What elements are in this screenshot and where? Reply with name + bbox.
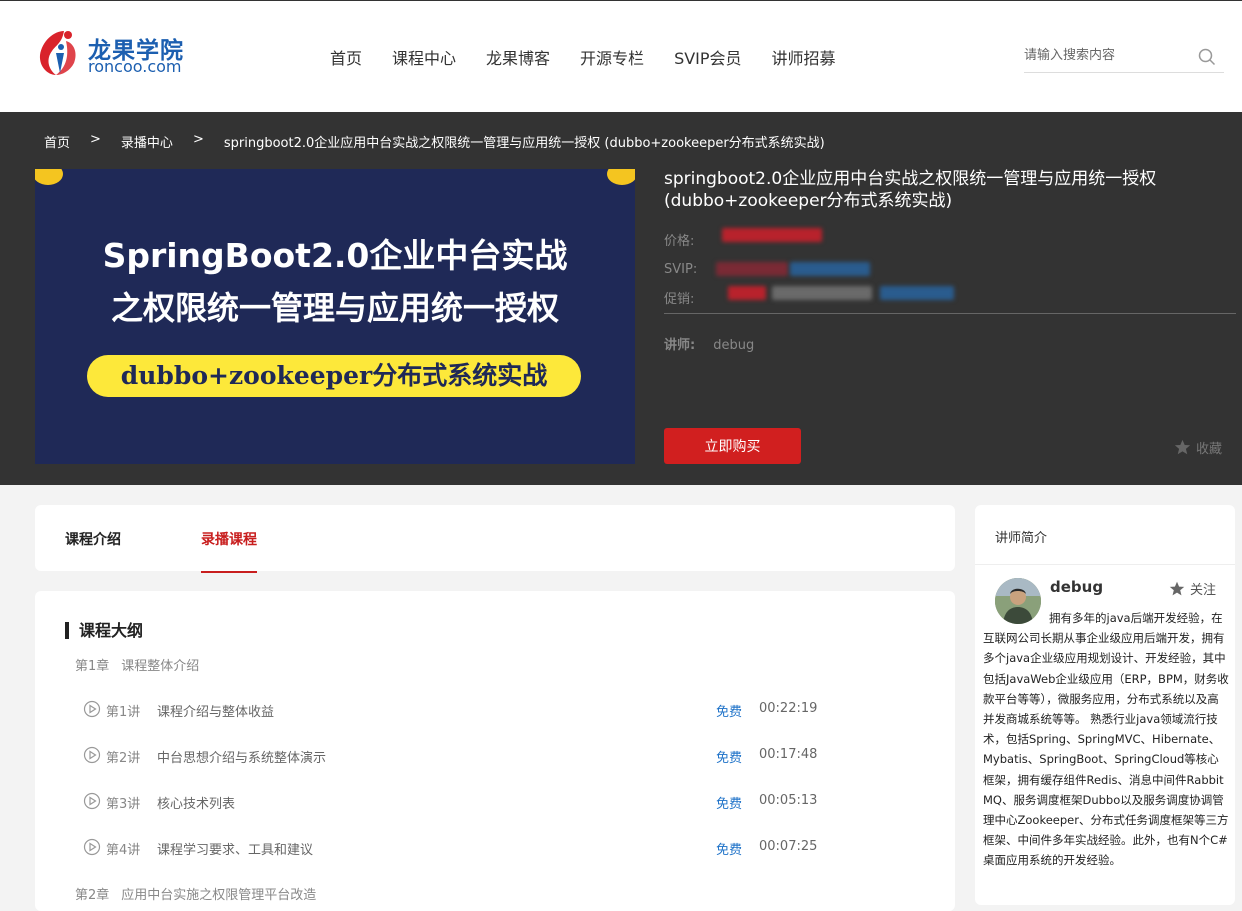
play-icon <box>83 838 101 856</box>
coin-decoration <box>35 169 63 185</box>
buy-now-button[interactable]: 立即购买 <box>664 428 801 464</box>
nav-svip[interactable]: SVIP会员 <box>674 45 741 69</box>
free-badge: 免费 <box>716 843 743 858</box>
chapter-number: 第1章 <box>75 659 110 674</box>
lesson-number: 第4讲 <box>106 843 141 858</box>
chapter-header: 第2章 应用中台实施之权限管理平台改造 <box>75 884 328 903</box>
favorite-label: 收藏 <box>1196 442 1223 457</box>
promo-value-redacted <box>728 286 766 300</box>
chapter-name: 课程整体介绍 <box>121 659 200 674</box>
teacher-name[interactable]: debug <box>713 338 754 353</box>
teacher-bio: 拥有多年的java后端开发经验，在互联网公司长期从事企业级应用后端开发，拥有多个… <box>983 611 1229 868</box>
cover-title-line1: SpringBoot2.0企业中台实战 <box>102 236 568 275</box>
search-icon[interactable] <box>1198 48 1216 66</box>
logo-mark-icon <box>39 31 76 75</box>
search-box <box>1024 41 1224 73</box>
teacher-panel: 讲师简介 debug 关注 拥有多年的java后端开发经验，在互联网公司长期从事… <box>975 505 1235 905</box>
follow-label: 关注 <box>1190 583 1217 598</box>
course-hero: 首页 > 录播中心 > springboot2.0企业应用中台实战之权限统一管理… <box>0 112 1242 485</box>
course-cover: SpringBoot2.0企业中台实战 之权限统一管理与应用统一授权 dubbo… <box>35 169 635 464</box>
tab-recorded-course[interactable]: 录播课程 <box>201 529 257 573</box>
teacher-panel-title: 讲师简介 <box>995 531 1048 546</box>
course-info: springboot2.0企业应用中台实战之权限统一管理与应用统一授权 (dub… <box>664 168 1239 353</box>
breadcrumb-separator: > <box>90 132 101 147</box>
breadcrumb: 首页 > 录播中心 > springboot2.0企业应用中台实战之权限统一管理… <box>44 132 845 151</box>
course-title: springboot2.0企业应用中台实战之权限统一管理与应用统一授权 (dub… <box>664 169 1157 211</box>
breadcrumb-recorded[interactable]: 录播中心 <box>121 132 173 151</box>
play-icon <box>83 746 101 764</box>
lesson-name[interactable]: 课程介绍与整体收益 <box>157 701 274 720</box>
lesson-duration: 00:05:13 <box>759 793 818 808</box>
nav-courses[interactable]: 课程中心 <box>392 45 456 69</box>
promo-value-redacted <box>880 286 954 300</box>
course-teacher: 讲师: debug <box>664 334 754 353</box>
follow-button[interactable]: 关注 <box>1169 579 1216 598</box>
chapter-number: 第2章 <box>75 888 110 903</box>
lesson-row[interactable]: 第3讲 核心技术列表 免费 00:05:13 <box>83 791 823 812</box>
lesson-name[interactable]: 课程学习要求、工具和建议 <box>157 839 313 858</box>
nav-recruit[interactable]: 讲师招募 <box>772 45 836 69</box>
site-logo[interactable]: 龙果学院 roncoo.com <box>34 25 194 81</box>
site-header: 龙果学院 roncoo.com 首页 课程中心 龙果博客 开源专栏 SVIP会员… <box>0 0 1242 112</box>
coin-decoration <box>607 169 635 185</box>
course-outline: 课程大纲 第1章 课程整体介绍 第1讲 课程介绍与整体收益 免费 00:22:19… <box>35 591 955 911</box>
breadcrumb-current: springboot2.0企业应用中台实战之权限统一管理与应用统一授权 (dub… <box>223 136 825 151</box>
lesson-number: 第2讲 <box>106 751 141 766</box>
lesson-duration: 00:22:19 <box>759 701 818 716</box>
brand-name-en: roncoo.com <box>88 57 182 76</box>
promo-label: 促销: <box>664 292 695 307</box>
tab-course-intro[interactable]: 课程介绍 <box>65 529 121 549</box>
svip-value-redacted <box>790 262 870 276</box>
info-divider <box>664 313 1236 314</box>
promo-value-redacted <box>772 286 872 300</box>
lesson-row[interactable]: 第2讲 中台思想介绍与系统整体演示 免费 00:17:48 <box>83 745 823 766</box>
chapter-header: 第1章 课程整体介绍 <box>75 655 211 674</box>
nav-home[interactable]: 首页 <box>330 45 362 69</box>
play-icon <box>83 792 101 810</box>
cover-subtitle: dubbo+zookeeper分布式系统实战 <box>87 355 581 397</box>
star-icon <box>1169 581 1185 595</box>
nav-open-source[interactable]: 开源专栏 <box>580 45 644 69</box>
teacher-name[interactable]: debug <box>1050 578 1103 596</box>
teacher-label: 讲师: <box>664 338 696 353</box>
nav-blog[interactable]: 龙果博客 <box>486 45 550 69</box>
outline-title: 课程大纲 <box>65 622 143 639</box>
search-input[interactable] <box>1024 41 1194 69</box>
main-nav: 首页 课程中心 龙果博客 开源专栏 SVIP会员 讲师招募 <box>315 45 851 69</box>
price-label: 价格: <box>664 234 695 249</box>
price-value-redacted <box>722 228 822 242</box>
lesson-name[interactable]: 核心技术列表 <box>157 793 235 812</box>
lesson-number: 第3讲 <box>106 797 141 812</box>
lesson-duration: 00:17:48 <box>759 747 818 762</box>
free-badge: 免费 <box>716 751 743 766</box>
favorite-button[interactable]: 收藏 <box>1174 438 1222 457</box>
lesson-row[interactable]: 第4讲 课程学习要求、工具和建议 免费 00:07:25 <box>83 837 823 858</box>
breadcrumb-home[interactable]: 首页 <box>44 132 70 151</box>
lesson-row[interactable]: 第1讲 课程介绍与整体收益 免费 00:22:19 <box>83 699 823 720</box>
chapter-name: 应用中台实施之权限管理平台改造 <box>121 888 317 903</box>
panel-divider <box>975 564 1235 565</box>
free-badge: 免费 <box>716 797 743 812</box>
free-badge: 免费 <box>716 705 743 720</box>
svip-label: SVIP: <box>664 262 698 277</box>
play-icon <box>83 700 101 718</box>
svip-value-redacted <box>716 262 788 276</box>
lesson-name[interactable]: 中台思想介绍与系统整体演示 <box>157 747 326 766</box>
course-tabs: 课程介绍 录播课程 <box>35 505 955 573</box>
lesson-number: 第1讲 <box>106 705 141 720</box>
cover-title-line2: 之权限统一管理与应用统一授权 <box>110 289 559 327</box>
lesson-duration: 00:07:25 <box>759 839 818 854</box>
star-icon <box>1174 439 1191 455</box>
breadcrumb-separator: > <box>192 132 204 147</box>
